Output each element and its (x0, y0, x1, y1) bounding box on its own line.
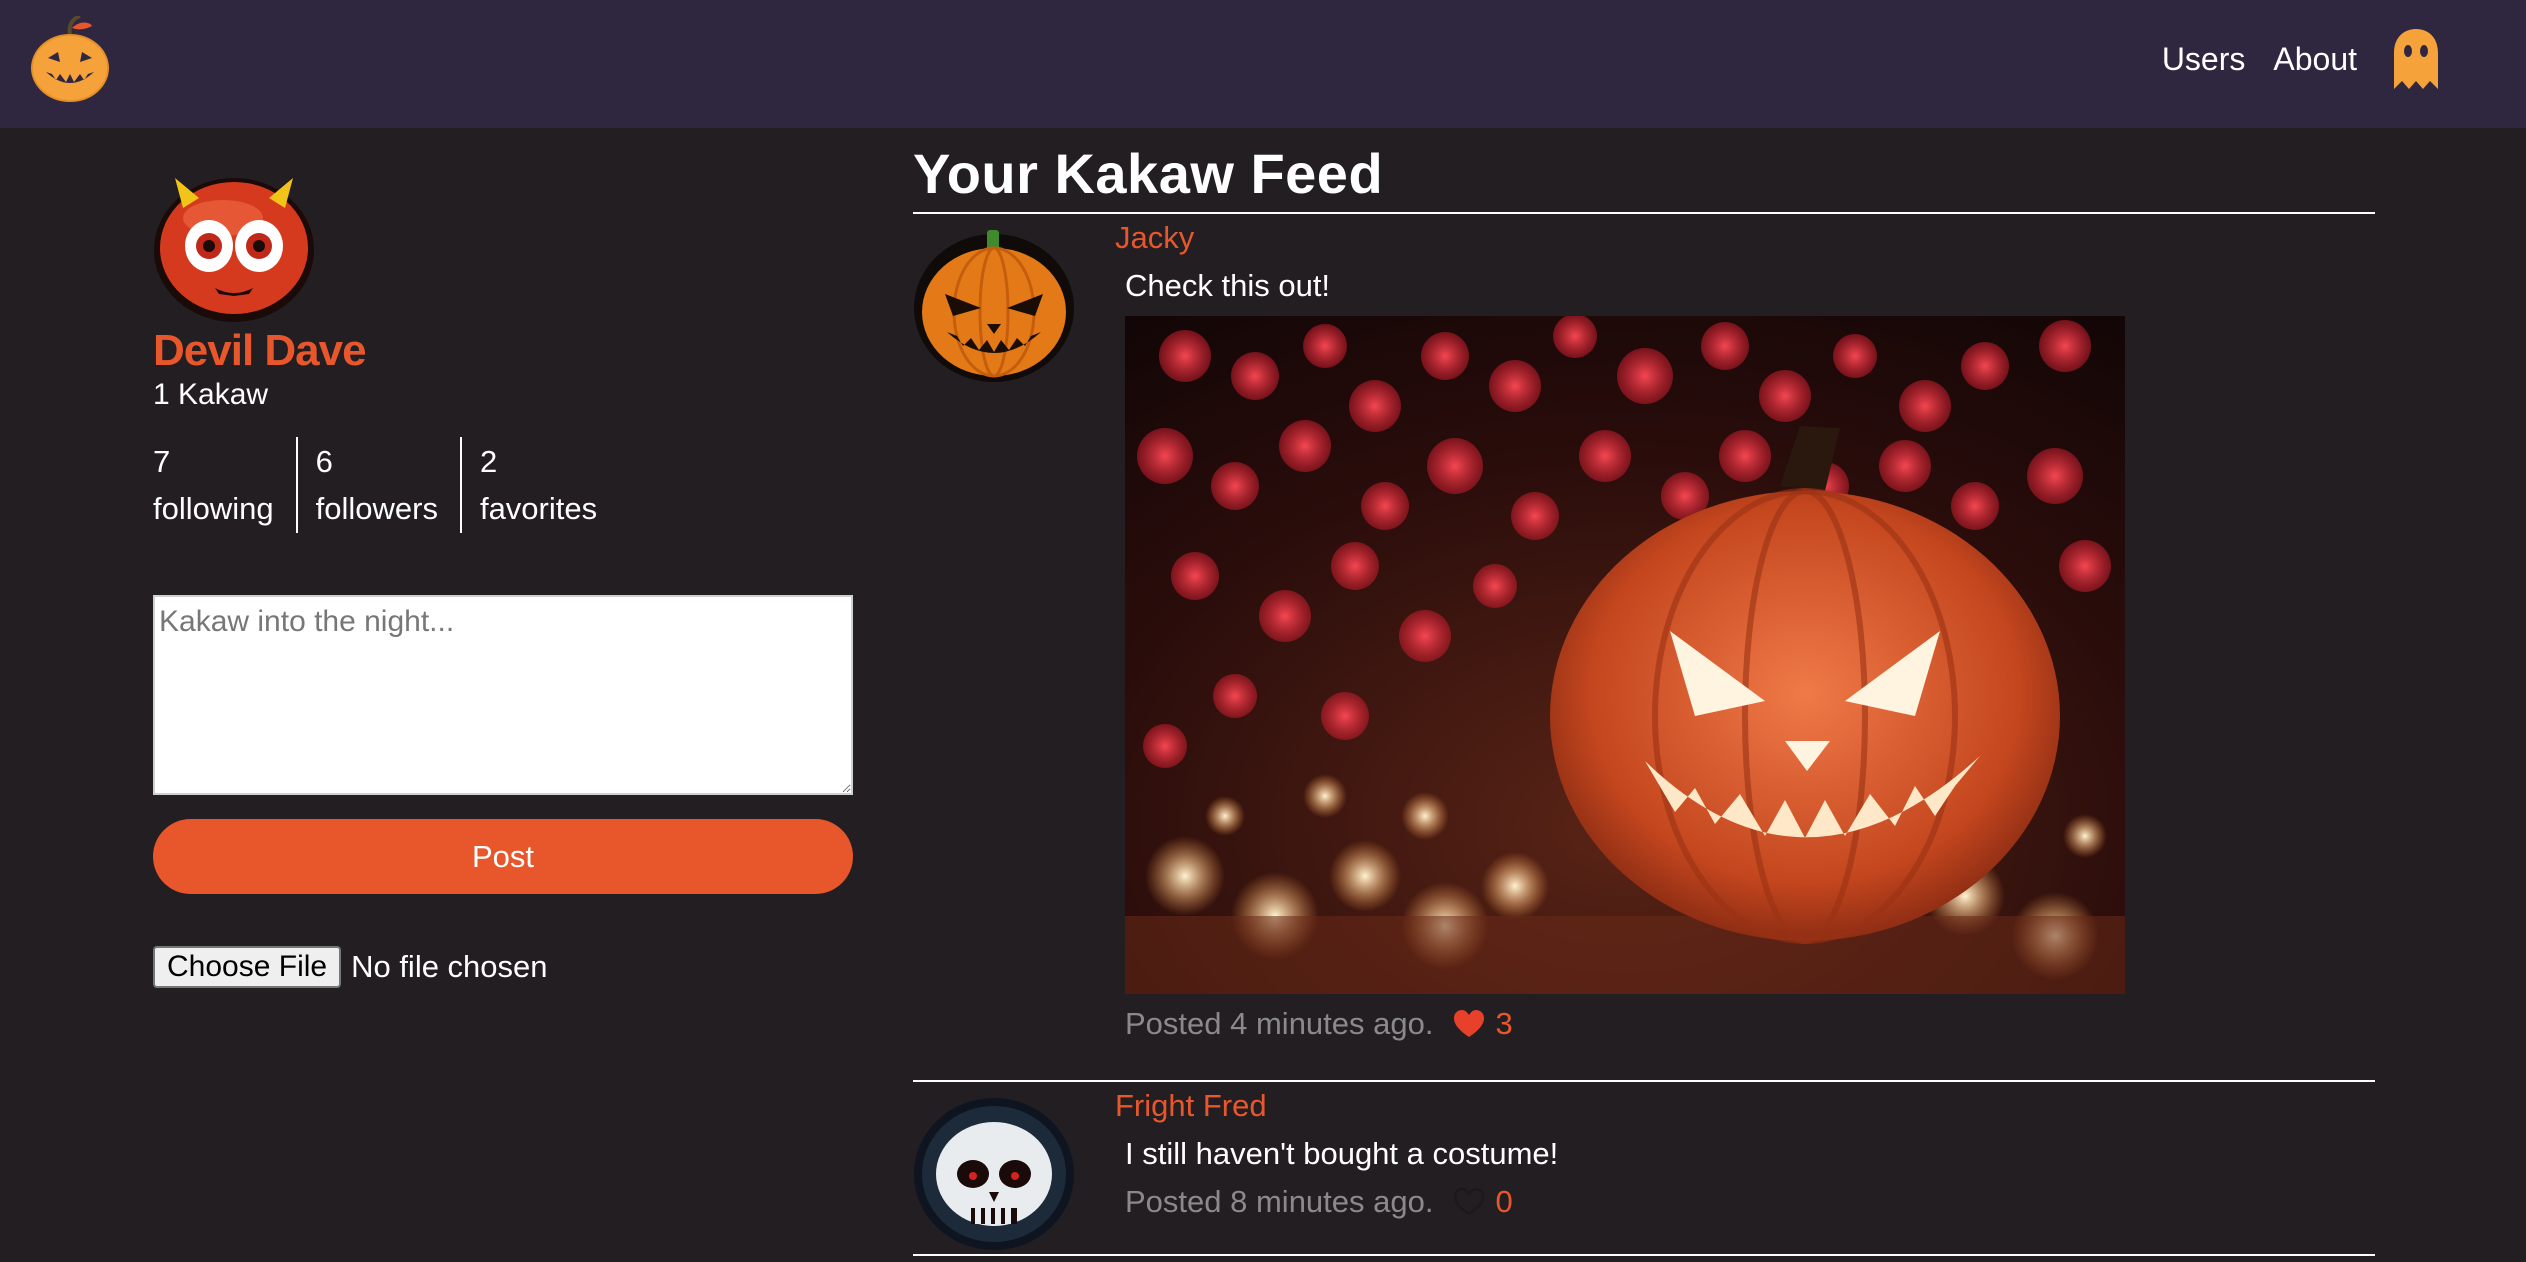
nav-links: Users About (2134, 0, 2441, 118)
stat-value: 2 (479, 444, 498, 479)
kakaw-body: Jacky Check this out! Posted 4 minutes a… (1115, 214, 2375, 1080)
stat-label: followers (315, 491, 438, 526)
nav-link-about[interactable]: About (2273, 41, 2357, 78)
ghost-icon[interactable] (2391, 27, 2441, 91)
profile-stats: 7 following 6 followers 2 favorites (153, 437, 855, 533)
stat-favorites[interactable]: 2 favorites (459, 437, 619, 533)
stat-value: 7 (153, 444, 171, 479)
kakaw-author[interactable]: Fright Fred (1115, 1088, 2375, 1124)
heart-outline-icon[interactable] (1453, 1187, 1485, 1217)
stat-label: following (153, 491, 274, 526)
kakaw-input[interactable] (153, 595, 853, 795)
feed: Your Kakaw Feed Jacky Check this out! Po… (913, 128, 2375, 1256)
feed-title: Your Kakaw Feed (913, 142, 1384, 205)
choose-file-button[interactable]: Choose File (153, 946, 342, 988)
stat-label: favorites (479, 491, 598, 526)
stat-following[interactable]: 7 following (153, 437, 296, 533)
kakaw-timestamp: Posted 8 minutes ago. (1125, 1184, 1434, 1219)
kakaw-text: Check this out! (1125, 268, 1331, 303)
like-count: 3 (1495, 1006, 1513, 1041)
profile-name: Devil Dave (153, 326, 367, 375)
like-count: 0 (1495, 1184, 1513, 1219)
pumpkin-logo-icon[interactable] (30, 16, 110, 102)
kakaw-item: Jacky Check this out! Posted 4 minutes a… (913, 214, 2375, 1082)
profile-panel: Devil Dave 1 Kakaw 7 following 6 followe… (153, 168, 855, 988)
jack-o-lantern-photo[interactable] (1125, 316, 2125, 994)
stat-value: 6 (315, 444, 333, 479)
skull-avatar-icon[interactable] (913, 1092, 1075, 1252)
kakaw-timestamp: Posted 4 minutes ago. (1125, 1006, 1434, 1041)
navbar: Users About (0, 0, 2526, 128)
heart-filled-icon[interactable] (1453, 1009, 1485, 1039)
kakaw-meta: Posted 8 minutes ago. 0 (1125, 1182, 2375, 1222)
kakaw-author[interactable]: Jacky (1115, 220, 2375, 256)
stat-followers[interactable]: 6 followers (295, 437, 460, 533)
kakaw-item: Fright Fred I still haven't bought a cos… (913, 1082, 2375, 1256)
post-button[interactable]: Post (153, 819, 853, 894)
nav-link-users[interactable]: Users (2162, 41, 2246, 78)
profile-kakaw-count: 1 Kakaw (153, 378, 269, 411)
jack-o-lantern-avatar-icon[interactable] (913, 224, 1075, 384)
kakaw-text: I still haven't bought a costume! (1125, 1136, 1559, 1171)
file-status: No file chosen (351, 949, 548, 984)
kakaw-body: Fright Fred I still haven't bought a cos… (1115, 1082, 2375, 1254)
kakaw-meta: Posted 4 minutes ago. 3 (1125, 1004, 2375, 1044)
file-picker: Choose File No file chosen (153, 946, 855, 988)
devil-avatar-icon[interactable] (153, 168, 315, 324)
